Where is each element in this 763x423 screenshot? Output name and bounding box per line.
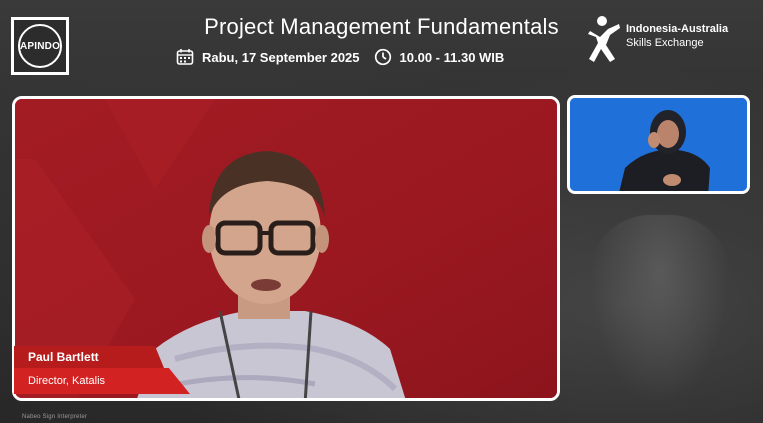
background-figure	[590, 215, 730, 405]
session-meta: Rabu, 17 September 2025 10.00 - 11.30 WI…	[176, 47, 504, 67]
speaker-role: Director, Katalis	[14, 368, 190, 394]
partner-line-1: Indonesia-Australia	[626, 23, 729, 35]
clock-icon	[374, 48, 392, 66]
calendar-icon	[176, 48, 194, 66]
apindo-logo-text: APINDO	[19, 40, 61, 52]
partner-logo: Indonesia-Australia Skills Exchange	[588, 15, 728, 65]
interpreter-video-frame	[570, 98, 747, 191]
running-figure-icon	[588, 16, 620, 62]
speaker-nameplate: Paul Bartlett Director, Katalis	[14, 346, 190, 394]
sign-interpreter-video	[567, 95, 750, 194]
bottom-caption: Nabeo Sign Interpreter	[22, 414, 88, 420]
session-date: Rabu, 17 September 2025	[202, 49, 360, 65]
session-time: 10.00 - 11.30 WIB	[399, 49, 505, 65]
speaker-name: Paul Bartlett	[14, 346, 164, 368]
partner-line-2: Skills Exchange	[626, 37, 704, 49]
